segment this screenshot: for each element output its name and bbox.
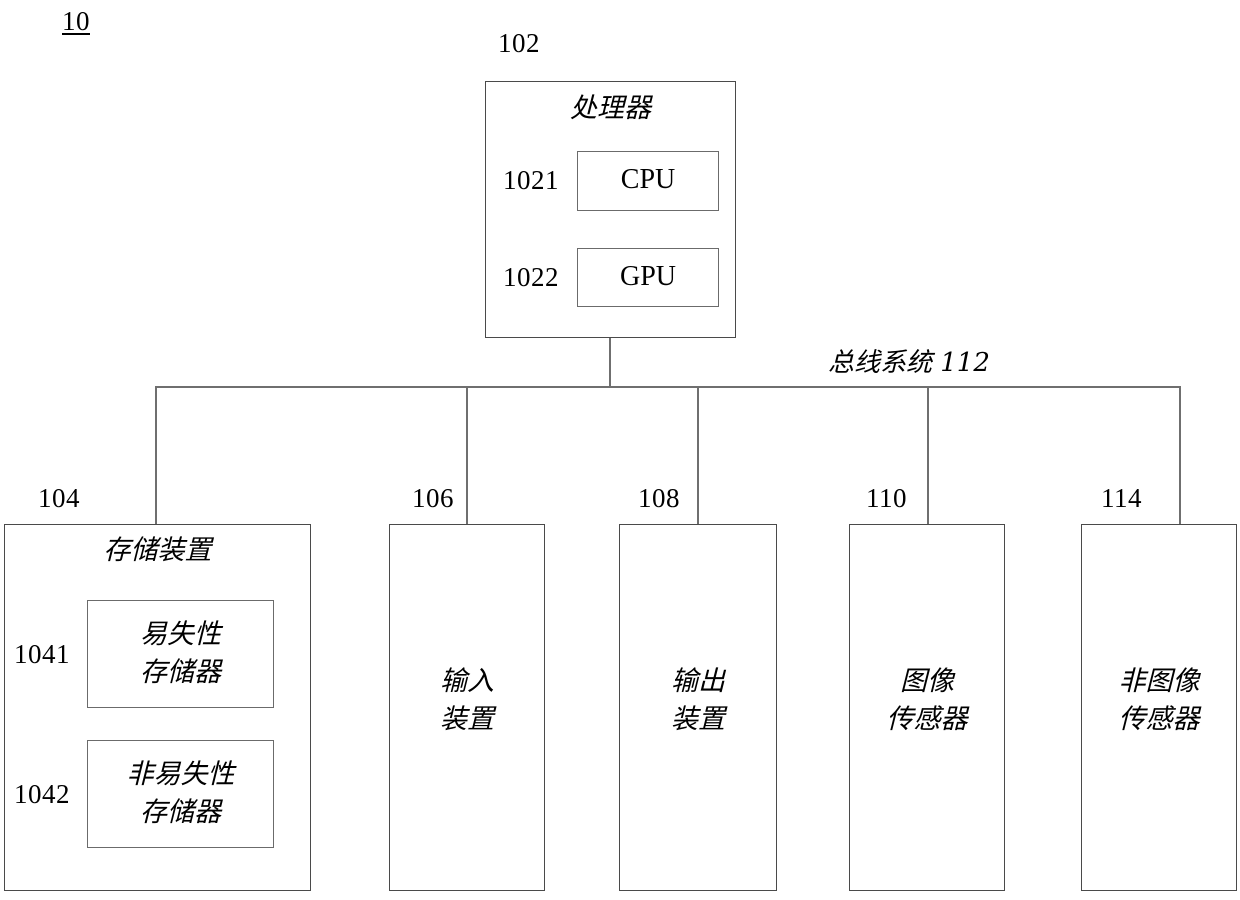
nonimage-sensor-label: 非图像 传感器: [1118, 666, 1200, 735]
bus-caption: 总线系统 112: [828, 348, 990, 378]
bus-drop-114: [1179, 386, 1181, 525]
image-sensor-label: 图像 传感器: [886, 666, 968, 735]
nonvolatile-memory-numeral: 1042: [14, 779, 70, 809]
output-device-label: 输出 装置: [671, 666, 725, 735]
cpu-numeral: 1021: [503, 165, 559, 195]
figure-id-label: 10: [62, 6, 90, 36]
bus-line[interactable]: [155, 386, 1181, 388]
bus-drop-104: [155, 386, 157, 525]
volatile-memory-numeral: 1041: [14, 639, 70, 669]
input-device-label: 输入 装置: [440, 666, 494, 735]
bus-drop-106: [466, 386, 468, 525]
processor-title: 处理器: [570, 93, 651, 124]
nonvolatile-memory-label: 非易失性 存储器: [126, 759, 235, 828]
figure-canvas: 10 102 处理器 1021 CPU 1022 GPU 总线系统 112 10…: [0, 0, 1240, 900]
storage-numeral: 104: [38, 483, 80, 513]
storage-title: 存储装置: [103, 535, 212, 566]
volatile-memory-label: 易失性 存储器: [140, 619, 221, 688]
gpu-numeral: 1022: [503, 262, 559, 292]
image-sensor-numeral: 110: [866, 483, 907, 513]
bus-drop-108: [697, 386, 699, 525]
input-device-numeral: 106: [412, 483, 454, 513]
bus-drop-110: [927, 386, 929, 525]
processor-bus-connector: [609, 338, 611, 388]
output-device-numeral: 108: [638, 483, 680, 513]
cpu-label: CPU: [620, 164, 676, 195]
gpu-label: GPU: [619, 261, 676, 292]
nonimage-sensor-numeral: 114: [1101, 483, 1142, 513]
processor-numeral: 102: [498, 28, 540, 58]
